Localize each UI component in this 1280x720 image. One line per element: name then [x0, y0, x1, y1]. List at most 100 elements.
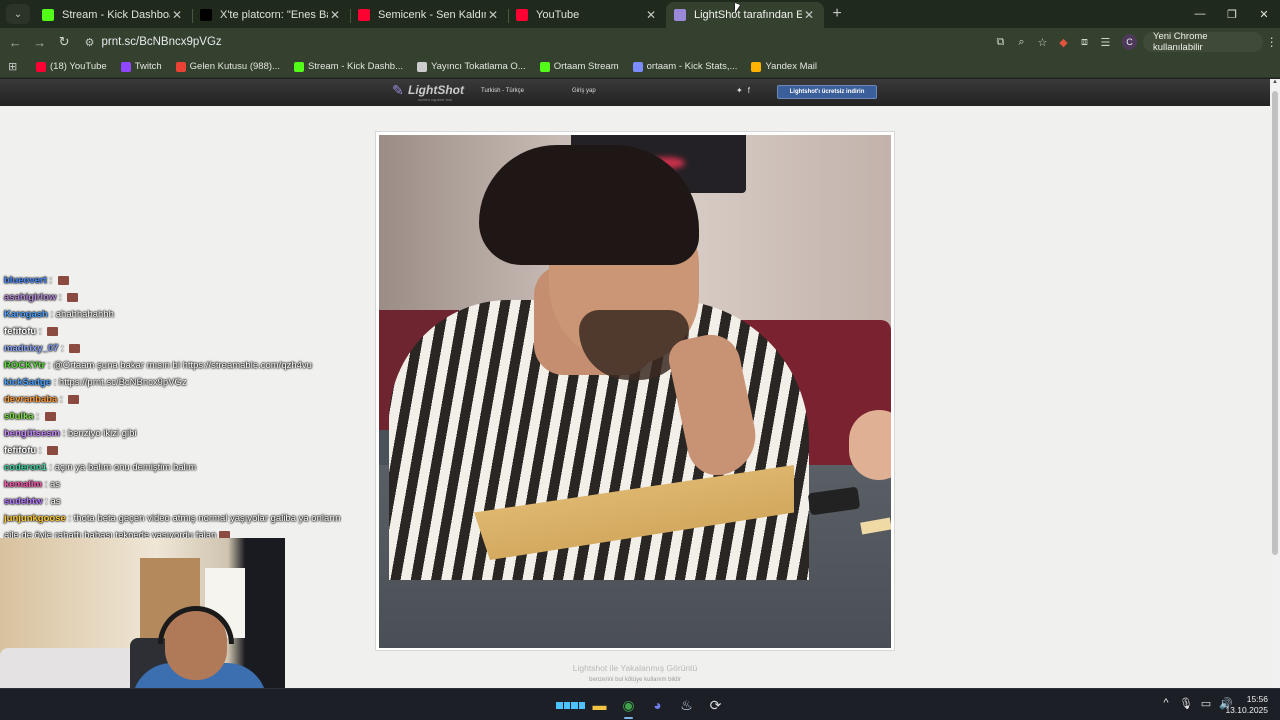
menu-kebab-icon[interactable]: ⋮ [1263, 35, 1280, 49]
forward-icon[interactable]: → [29, 30, 52, 54]
clock-date: 13.10.2025 [1225, 705, 1268, 715]
tab-search-button[interactable]: ⌄ [6, 4, 30, 24]
close-window-icon[interactable]: ✕ [1248, 0, 1280, 28]
bookmark-item[interactable]: Gelen Kutusu (988)... [175, 61, 280, 72]
chat-separator: : [36, 445, 45, 456]
chat-text: as [49, 479, 60, 490]
chat-username[interactable]: ROCKYtr [4, 360, 45, 371]
kick-icon [42, 9, 54, 21]
bookmark-item[interactable]: (18) YouTube [36, 61, 107, 72]
system-clock[interactable]: 15:56 13.10.2025 [1225, 694, 1268, 716]
chat-separator: : [36, 326, 45, 337]
microphone-icon[interactable]: 🎙 [1176, 697, 1196, 710]
chat-message: devranbaba : [0, 391, 350, 408]
bookmark-item[interactable]: Twitch [120, 61, 162, 72]
extensions-puzzle-icon[interactable]: ⧈ [1074, 36, 1095, 49]
chat-username[interactable]: fefifofu [4, 326, 36, 337]
zoom-icon[interactable]: ⌕ [1011, 36, 1032, 49]
download-button[interactable]: Lightshot'ı ücretsiz indirin [777, 85, 877, 99]
browser-tab[interactable]: X'te platcorn: "Enes Batur; wtcN✕ [192, 2, 350, 28]
restore-icon[interactable]: ❐ [1216, 0, 1248, 28]
chat-username[interactable]: Karogash [4, 309, 48, 320]
reload-icon[interactable]: ↻ [53, 30, 76, 54]
brand-tagline: screen capture tool [418, 97, 453, 102]
back-icon[interactable]: ← [4, 30, 27, 54]
social-links: ✦f [736, 86, 755, 95]
browser-tab[interactable]: Semicenk - Sen Kaldın (prod. b✕ [350, 2, 508, 28]
minimize-icon[interactable]: — [1184, 0, 1216, 28]
browser-tab[interactable]: LightShot tarafından Ekran Görü✕ [666, 2, 824, 28]
chat-username[interactable]: kickSadge [4, 377, 51, 388]
chat-emote-icon [69, 343, 81, 353]
steam-icon[interactable]: ♨ [672, 694, 701, 716]
reading-list-icon[interactable]: ☰ [1095, 36, 1116, 49]
chat-username[interactable]: asahigirlow [4, 292, 56, 303]
bookmark-item[interactable]: ortaam - Kick Stats,... [632, 61, 738, 72]
facebook-icon[interactable]: f [748, 86, 755, 95]
globe-icon [416, 61, 427, 72]
apps-grid-icon[interactable]: ⊞ [8, 60, 22, 73]
scroll-up-icon[interactable]: ▲ [1270, 79, 1280, 89]
stats-icon [632, 61, 643, 72]
chat-message: madnixy_07 : [0, 340, 350, 357]
chat-username[interactable]: kemalim [4, 479, 42, 490]
display-icon[interactable]: ▭ [1196, 697, 1216, 710]
browser-tab[interactable]: YouTube ✕ [508, 2, 666, 28]
chat-username[interactable]: sudebtw [4, 496, 43, 507]
chat-username[interactable]: fefifofu [4, 445, 36, 456]
address-bar[interactable]: ⚙ prnt.sc/BcNBncx9pVGz [80, 31, 895, 53]
profile-avatar[interactable]: C [1121, 34, 1137, 50]
chat-username[interactable]: s0ulka [4, 411, 34, 422]
lightshot-logo[interactable]: ✎ LightShot screen capture tool [392, 83, 464, 102]
close-tab-icon[interactable]: ✕ [328, 8, 342, 22]
page-scrollbar[interactable]: ▲ [1270, 79, 1280, 688]
new-tab-button[interactable]: + [824, 2, 850, 26]
chat-message: bengütsesm : benziyo ikizi gibi [0, 425, 350, 442]
chat-separator: : [51, 377, 59, 388]
window-controls: — ❐ ✕ [1184, 0, 1280, 28]
language-selector[interactable]: Turkish - Türkçe [481, 88, 524, 94]
chat-message: kickSadge : https://prnt.sc/BcNBncx9pVGz [0, 374, 350, 391]
windows-taskbar: ▬ ◉ ◕ ♨ ⟳ ^ 🎙 ▭ 🔊 15:56 13.10.2025 [0, 688, 1280, 720]
chat-username[interactable]: coderon1 [4, 462, 47, 473]
scroll-thumb[interactable] [1272, 91, 1278, 555]
screenshot-image[interactable] [379, 135, 891, 648]
app-icon[interactable]: ⟳ [701, 694, 730, 716]
toolbar-actions: ⧉ ⌕ ☆ ◆ ⧈ ☰ [990, 36, 1116, 49]
close-tab-icon[interactable]: ✕ [802, 8, 816, 22]
extension-icon-1[interactable]: ◆ [1053, 36, 1074, 49]
chat-separator: : [46, 275, 55, 286]
chat-username[interactable]: blueovert [4, 275, 47, 286]
chat-username[interactable]: madnixy_07 [4, 343, 58, 354]
chat-message: Karogash : ahahhahahhh [0, 306, 350, 323]
chat-message: coderon1 : açın ya balım onu demiştim ba… [0, 459, 350, 476]
site-info-icon[interactable]: ⚙ [80, 36, 100, 49]
bookmark-item[interactable]: Yayıncı Tokatlama O... [416, 61, 526, 72]
lightshot-header: ✎ LightShot screen capture tool Turkish … [0, 79, 1270, 106]
bookmark-label: ortaam - Kick Stats,... [646, 61, 738, 72]
tray-overflow-icon[interactable]: ^ [1156, 697, 1176, 710]
login-link[interactable]: Giriş yap [572, 88, 596, 94]
file-explorer-icon[interactable]: ▬ [585, 694, 614, 716]
chat-username[interactable]: devranbaba [4, 394, 57, 405]
bookmark-item[interactable]: Ortaam Stream [539, 61, 619, 72]
twitter-icon[interactable]: ✦ [736, 86, 748, 95]
close-tab-icon[interactable]: ✕ [170, 8, 184, 22]
bookmark-label: Gelen Kutusu (988)... [189, 61, 280, 72]
chat-username[interactable]: bengütsesm [4, 428, 60, 439]
close-tab-icon[interactable]: ✕ [644, 8, 658, 22]
kick-icon [539, 61, 550, 72]
bookmark-item[interactable]: Yandex Mail [751, 61, 817, 72]
bookmark-label: (18) YouTube [50, 61, 107, 72]
chrome-icon[interactable]: ◉ [614, 694, 643, 719]
start-icon[interactable] [556, 694, 585, 716]
bookmark-star-icon[interactable]: ☆ [1032, 36, 1053, 49]
chat-username[interactable]: junjunkgoose [4, 513, 66, 524]
bookmark-item[interactable]: Stream - Kick Dashb... [293, 61, 403, 72]
chrome-update-button[interactable]: Yeni Chrome kullanılabilir [1142, 31, 1264, 53]
chat-message: kemalim : as [0, 476, 350, 493]
close-tab-icon[interactable]: ✕ [486, 8, 500, 22]
browser-tab[interactable]: Stream - Kick Dashboard✕ [34, 2, 192, 28]
install-app-icon[interactable]: ⧉ [990, 36, 1011, 49]
discord-icon[interactable]: ◕ [643, 694, 672, 716]
